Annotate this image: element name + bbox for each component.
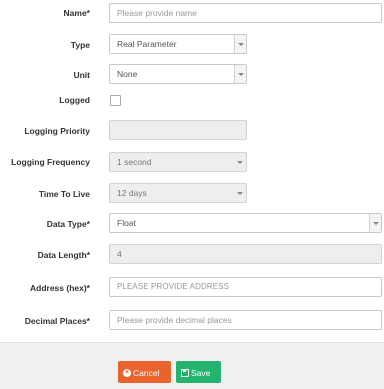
decimal-places-placeholder: Please provide decimal places xyxy=(117,315,232,325)
time-to-live-value: 12 days xyxy=(117,188,147,198)
data-length-input: 4 xyxy=(109,244,382,264)
data-type-value: Float xyxy=(117,218,136,228)
name-label: Name* xyxy=(63,8,90,18)
logged-label: Logged xyxy=(59,95,90,105)
parameter-form: Name* Please provide name Type Real Para… xyxy=(0,0,384,340)
decimal-places-input[interactable]: Please provide decimal places xyxy=(109,310,382,330)
data-type-label: Data Type* xyxy=(46,219,90,229)
logged-checkbox[interactable] xyxy=(110,95,121,106)
logging-frequency-label: Logging Frequency xyxy=(11,157,90,167)
type-select[interactable]: Real Parameter xyxy=(109,34,247,54)
chevron-down-icon xyxy=(234,184,246,202)
chevron-down-icon xyxy=(234,35,246,53)
logging-priority-label: Logging Priority xyxy=(24,126,90,136)
cancel-button-label: Cancel xyxy=(133,367,160,378)
time-to-live-label: Time To Live xyxy=(38,189,90,199)
form-footer: × Cancel Save xyxy=(0,342,384,389)
time-to-live-select: 12 days xyxy=(109,183,247,203)
address-label: Address (hex)* xyxy=(30,283,90,293)
data-length-value: 4 xyxy=(117,249,122,259)
chevron-down-icon xyxy=(234,153,246,171)
unit-select[interactable]: None xyxy=(109,64,247,84)
times-circle-icon: × xyxy=(123,368,131,377)
chevron-down-icon xyxy=(369,214,381,232)
save-button[interactable]: Save xyxy=(176,361,221,383)
type-select-value: Real Parameter xyxy=(117,39,177,49)
address-input-placeholder: PLEASE PROVIDE ADDRESS xyxy=(117,282,230,291)
cancel-button[interactable]: × Cancel xyxy=(118,361,171,383)
logging-frequency-value: 1 second xyxy=(117,157,152,167)
save-button-label: Save xyxy=(191,367,211,378)
data-type-select[interactable]: Float xyxy=(109,213,382,233)
data-length-label: Data Length* xyxy=(37,250,90,260)
type-label: Type xyxy=(70,40,90,50)
unit-label: Unit xyxy=(73,70,90,80)
chevron-down-icon xyxy=(234,65,246,83)
logging-priority-input xyxy=(109,120,247,140)
address-input[interactable]: PLEASE PROVIDE ADDRESS xyxy=(109,277,382,297)
unit-select-value: None xyxy=(117,69,138,79)
floppy-disk-icon xyxy=(181,368,189,377)
logging-frequency-select: 1 second xyxy=(109,152,247,172)
decimal-places-label: Decimal Places* xyxy=(24,316,90,326)
name-input[interactable]: Please provide name xyxy=(109,3,382,23)
name-input-placeholder: Please provide name xyxy=(117,8,197,18)
